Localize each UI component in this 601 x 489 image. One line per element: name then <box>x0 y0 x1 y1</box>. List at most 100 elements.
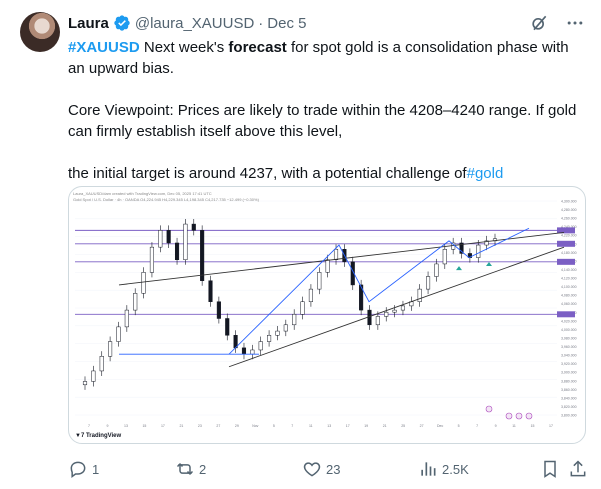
candle-body <box>333 249 339 260</box>
tweet-actions: 1 2 23 2.5K <box>68 458 588 480</box>
avatar[interactable] <box>20 12 60 52</box>
candle-body <box>317 272 322 290</box>
price-axis-label: 3,860.000 <box>561 388 577 392</box>
retweet-count: 2 <box>199 461 207 477</box>
share-icon <box>570 460 586 477</box>
time-axis-label: 29 <box>235 424 239 428</box>
candle-body <box>426 276 431 290</box>
grok-icon[interactable] <box>529 13 549 33</box>
price-chart: 4,300.0004,280.0004,260.0004,240.0004,22… <box>75 200 577 428</box>
verified-badge-icon <box>114 15 130 31</box>
time-axis-label: 5 <box>273 424 275 428</box>
author-handle[interactable]: @laura_XAUUSD <box>135 15 254 32</box>
time-axis-label: 15 <box>142 424 146 428</box>
candle-body <box>308 288 313 302</box>
candle-body <box>82 381 88 386</box>
time-axis-label: Dec <box>437 424 443 428</box>
chart-image[interactable]: 4,300.000 4,280.000 4,260.000 4,240.000 4,22… <box>68 186 586 444</box>
time-axis-label: 7 <box>476 424 478 428</box>
candle-body <box>258 341 263 351</box>
price-axis-label: 3,820.000 <box>561 405 577 409</box>
candle-body <box>200 230 205 281</box>
chart-ohlc-line: Gold Spot / U.S. Dollar · 4h · OANDA O4,… <box>73 197 259 202</box>
time-axis-label: 9 <box>107 424 109 428</box>
candle-body <box>116 326 121 342</box>
time-axis-label: 17 <box>346 424 350 428</box>
time-axis-label: 23 <box>198 424 202 428</box>
price-axis-label: 4,020.000 <box>561 319 577 323</box>
reply-button[interactable]: 1 <box>68 459 99 479</box>
price-axis-label: 4,300.000 <box>561 200 577 204</box>
candle-body <box>275 330 280 336</box>
candle-body <box>141 272 146 294</box>
candle-body <box>392 309 397 313</box>
hashtag-link[interactable]: #gold <box>467 165 504 182</box>
candle-body <box>191 223 196 231</box>
time-axis-label: 27 <box>216 424 220 428</box>
candle-body <box>166 230 171 244</box>
tweet-paragraph-3: the initial target is around 4237, with … <box>68 163 588 184</box>
candle-body <box>208 280 213 302</box>
candle-body <box>325 259 330 273</box>
time-axis-label: 9 <box>495 424 497 428</box>
candle-body <box>91 370 96 382</box>
price-axis-label: 4,080.000 <box>561 294 577 298</box>
candle-body <box>108 341 113 357</box>
price-axis-label: 4,260.000 <box>561 217 577 221</box>
time-axis-label: 17 <box>161 424 165 428</box>
hashtag-link[interactable]: #XAUUSD <box>68 39 140 56</box>
candle-body <box>174 242 180 260</box>
event-marker-icon <box>515 412 523 420</box>
heart-icon <box>303 462 321 477</box>
text-span: Next week's <box>139 39 229 56</box>
bookmark-icon <box>544 460 556 478</box>
lower-channel-line <box>228 246 565 368</box>
candle-body <box>158 230 163 248</box>
time-axis-label: 21 <box>383 424 387 428</box>
buy-marker-icon <box>486 261 492 266</box>
share-button[interactable] <box>568 459 588 479</box>
views-button[interactable]: 2.5K <box>418 459 469 479</box>
candle-body <box>300 301 305 315</box>
time-axis-label: 27 <box>420 424 424 428</box>
like-count: 23 <box>326 461 341 477</box>
time-axis-label: 25 <box>401 424 405 428</box>
price-axis-label: 3,800.000 <box>561 414 577 418</box>
tweet: Laura @laura_XAUUSD · Dec 5 #XAUUSD Next… <box>0 0 601 489</box>
price-axis-label: 3,900.000 <box>561 371 577 375</box>
level-price-tag <box>557 240 575 247</box>
candle-body <box>124 309 129 328</box>
time-axis-label: Nov <box>252 424 258 428</box>
author-name[interactable]: Laura <box>68 15 109 32</box>
candle-body <box>442 249 447 265</box>
event-marker-icon <box>505 412 513 420</box>
event-marker-icon <box>485 405 493 413</box>
reply-count: 1 <box>92 461 100 477</box>
tweet-date[interactable]: Dec 5 <box>267 15 306 32</box>
candle-body <box>241 347 247 355</box>
more-options-icon[interactable] <box>565 13 585 33</box>
separator-dot: · <box>258 14 264 32</box>
tweet-paragraph-1: #XAUUSD Next week's forecast for spot go… <box>68 37 588 79</box>
retweet-icon <box>176 462 194 476</box>
candle-body <box>375 316 380 326</box>
chart-meta: Laura_XAUUSD/dam created with TradingVie… <box>73 191 259 203</box>
price-axis-label: 4,140.000 <box>561 268 577 272</box>
price-axis-label: 3,940.000 <box>561 354 577 358</box>
bookmark-button[interactable] <box>540 459 560 479</box>
price-axis-label: 4,220.000 <box>561 234 577 238</box>
candle-body <box>99 356 104 372</box>
retweet-button[interactable]: 2 <box>175 459 206 479</box>
candle-body <box>183 223 188 260</box>
price-axis-label: 4,100.000 <box>561 285 577 289</box>
price-axis-label: 3,960.000 <box>561 345 577 349</box>
views-icon <box>421 462 436 476</box>
time-axis-label: 11 <box>309 424 313 428</box>
tweet-paragraph-2: Core Viewpoint: Prices are likely to tra… <box>68 102 577 140</box>
candle-body <box>292 314 297 326</box>
projection-path <box>228 227 530 355</box>
tradingview-label: TradingView <box>85 433 122 439</box>
time-axis-label: 19 <box>364 424 368 428</box>
event-marker-icon <box>525 412 533 420</box>
like-button[interactable]: 23 <box>302 459 340 479</box>
